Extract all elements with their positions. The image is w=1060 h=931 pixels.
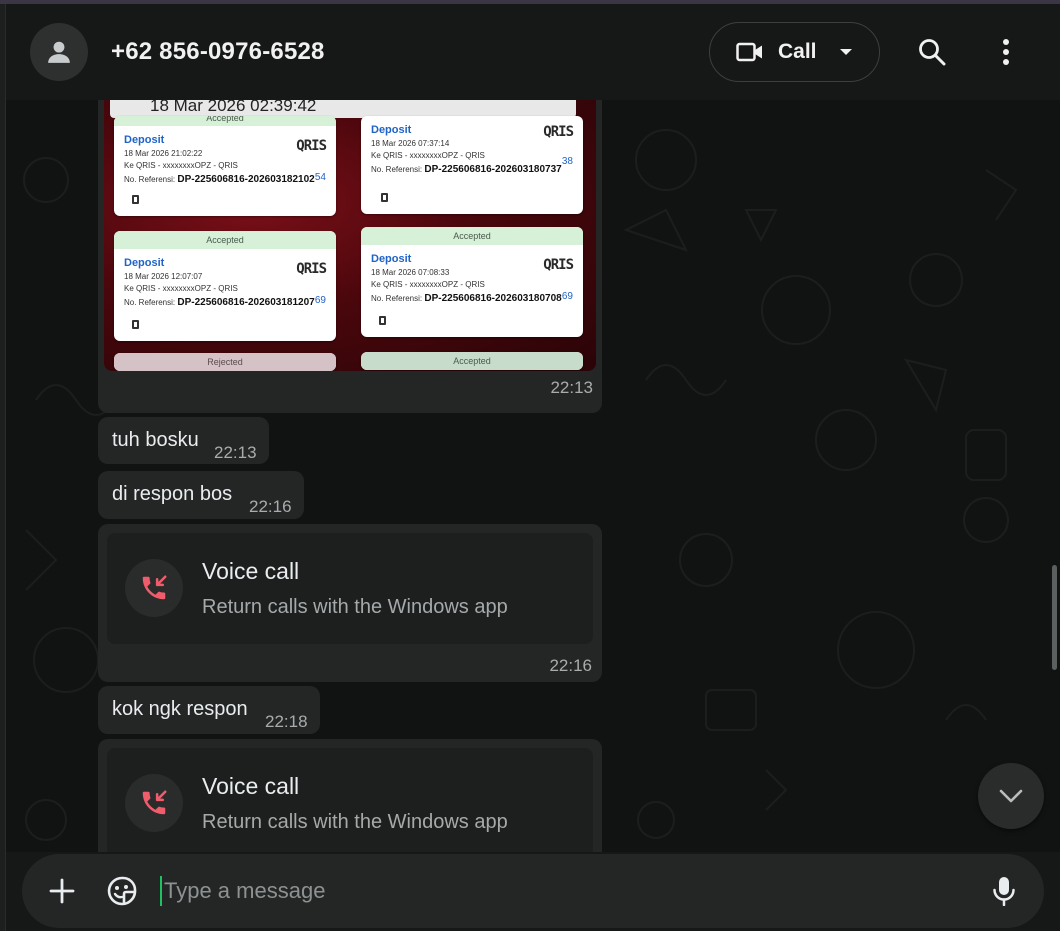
card-status: Accepted xyxy=(361,227,583,245)
card-amount: 69 xyxy=(314,295,326,306)
call-button-label: Call xyxy=(778,40,817,63)
message-list[interactable]: 18 Mar 2026 02:39:42 Accepted Deposit 18… xyxy=(6,100,1060,852)
card-ref: DP-225606816-202603182102 xyxy=(177,174,315,185)
copy-icon xyxy=(132,320,139,329)
card-destination: Ke QRIS - xxxxxxxxOPZ - QRIS xyxy=(124,284,238,293)
voice-call-message[interactable]: Voice call Return calls with the Windows… xyxy=(98,739,602,852)
qris-logo: QRIS xyxy=(296,261,327,277)
message-time: 22:16 xyxy=(549,656,592,675)
plus-icon xyxy=(49,878,75,904)
message-time: 22:16 xyxy=(249,497,292,516)
screenshot-image[interactable]: 18 Mar 2026 02:39:42 Accepted Deposit 18… xyxy=(104,100,596,371)
card-ref: DP-225606816-202603180737 xyxy=(424,164,562,175)
card-destination: Ke QRIS - xxxxxxxxOPZ - QRIS xyxy=(124,161,238,170)
more-vertical-icon xyxy=(1003,39,1009,65)
chevron-down-icon xyxy=(839,49,852,55)
call-button[interactable]: Call xyxy=(709,22,880,82)
deposit-card: Accepted xyxy=(361,352,583,370)
card-amount: 38 xyxy=(561,156,573,167)
card-ref-label: No. Referensi: xyxy=(124,298,176,307)
message-time: 22:13 xyxy=(550,378,593,397)
sticker-button[interactable] xyxy=(106,875,138,907)
card-ref: DP-225606816-202603181207 xyxy=(177,297,315,308)
missed-call-icon-circle xyxy=(125,559,183,617)
message-text: kok ngk respon xyxy=(112,698,248,720)
text-message[interactable]: di respon bos 22:16 xyxy=(98,471,304,519)
qris-logo: QRIS xyxy=(296,138,327,154)
card-destination: Ke QRIS - xxxxxxxxOPZ - QRIS xyxy=(371,280,485,289)
voice-call-card[interactable]: Voice call Return calls with the Windows… xyxy=(107,533,593,644)
card-status: Rejected xyxy=(114,353,336,371)
copy-icon xyxy=(132,195,139,204)
image-header-text: 18 Mar 2026 02:39:42 xyxy=(150,100,317,115)
contact-avatar-icon xyxy=(48,41,70,63)
qris-logo: QRIS xyxy=(543,257,574,273)
missed-call-icon-circle xyxy=(125,774,183,832)
contact-name[interactable]: +62 856-0976-6528 xyxy=(111,38,325,66)
card-ref-label: No. Referensi: xyxy=(371,294,423,303)
missed-call-icon xyxy=(142,575,167,600)
text-message[interactable]: tuh bosku 22:13 xyxy=(98,417,269,464)
copy-icon xyxy=(381,193,388,202)
voice-call-title: Voice call xyxy=(202,773,300,799)
card-ref: DP-225606816-202603180708 xyxy=(424,293,562,304)
card-status: Accepted xyxy=(114,231,336,249)
chevron-down-icon xyxy=(999,789,1023,803)
message-input[interactable] xyxy=(160,876,960,906)
message-time: 22:13 xyxy=(214,443,257,462)
card-date: 18 Mar 2026 07:37:14 xyxy=(371,139,450,148)
voice-call-subtitle: Return calls with the Windows app xyxy=(202,596,508,618)
message-text: di respon bos xyxy=(112,483,233,505)
card-amount: 54 xyxy=(314,172,326,183)
voice-call-title: Voice call xyxy=(202,558,300,584)
deposit-card: Accepted Deposit 18 Mar 2026 07:08:33 Ke… xyxy=(361,227,583,337)
chat-scrollbar[interactable] xyxy=(1052,565,1057,670)
message-time: 22:18 xyxy=(265,712,308,731)
card-amount: 69 xyxy=(561,291,573,302)
card-ref-label: No. Referensi: xyxy=(371,165,423,174)
contact-avatar[interactable] xyxy=(30,23,88,81)
sticker-icon xyxy=(107,876,137,906)
card-destination: Ke QRIS - xxxxxxxxOPZ - QRIS xyxy=(371,151,485,160)
deposit-card: Deposit 18 Mar 2026 07:37:14 Ke QRIS - x… xyxy=(361,116,583,214)
voice-message-button[interactable] xyxy=(988,875,1020,907)
copy-icon xyxy=(379,316,386,325)
composer xyxy=(22,854,1044,928)
search-button[interactable] xyxy=(916,36,948,68)
text-message[interactable]: kok ngk respon 22:18 xyxy=(98,686,320,734)
microphone-icon xyxy=(993,877,1015,906)
card-ref-label: No. Referensi: xyxy=(124,175,176,184)
video-camera-icon xyxy=(736,42,762,62)
deposit-card: Accepted Deposit 18 Mar 2026 21:02:22 Ke… xyxy=(114,116,336,216)
search-icon xyxy=(919,39,946,66)
menu-button[interactable] xyxy=(990,36,1022,68)
deposit-card: Accepted Deposit 18 Mar 2026 12:07:07 Ke… xyxy=(114,231,336,341)
image-message[interactable]: 18 Mar 2026 02:39:42 Accepted Deposit 18… xyxy=(98,100,602,413)
voice-call-subtitle: Return calls with the Windows app xyxy=(202,811,508,833)
deposit-card: Rejected xyxy=(114,353,336,371)
voice-call-card[interactable]: Voice call Return calls with the Windows… xyxy=(107,748,593,852)
attach-button[interactable] xyxy=(46,875,78,907)
card-status: Accepted xyxy=(361,352,583,370)
chat-header: +62 856-0976-6528 Call xyxy=(6,4,1060,100)
qris-logo: QRIS xyxy=(543,124,574,140)
composer-area xyxy=(6,852,1060,931)
scroll-to-bottom-button[interactable] xyxy=(978,763,1044,829)
voice-call-message[interactable]: Voice call Return calls with the Windows… xyxy=(98,524,602,682)
missed-call-icon xyxy=(142,790,167,815)
card-status: Accepted xyxy=(114,116,336,126)
message-text: tuh bosku xyxy=(112,429,199,451)
